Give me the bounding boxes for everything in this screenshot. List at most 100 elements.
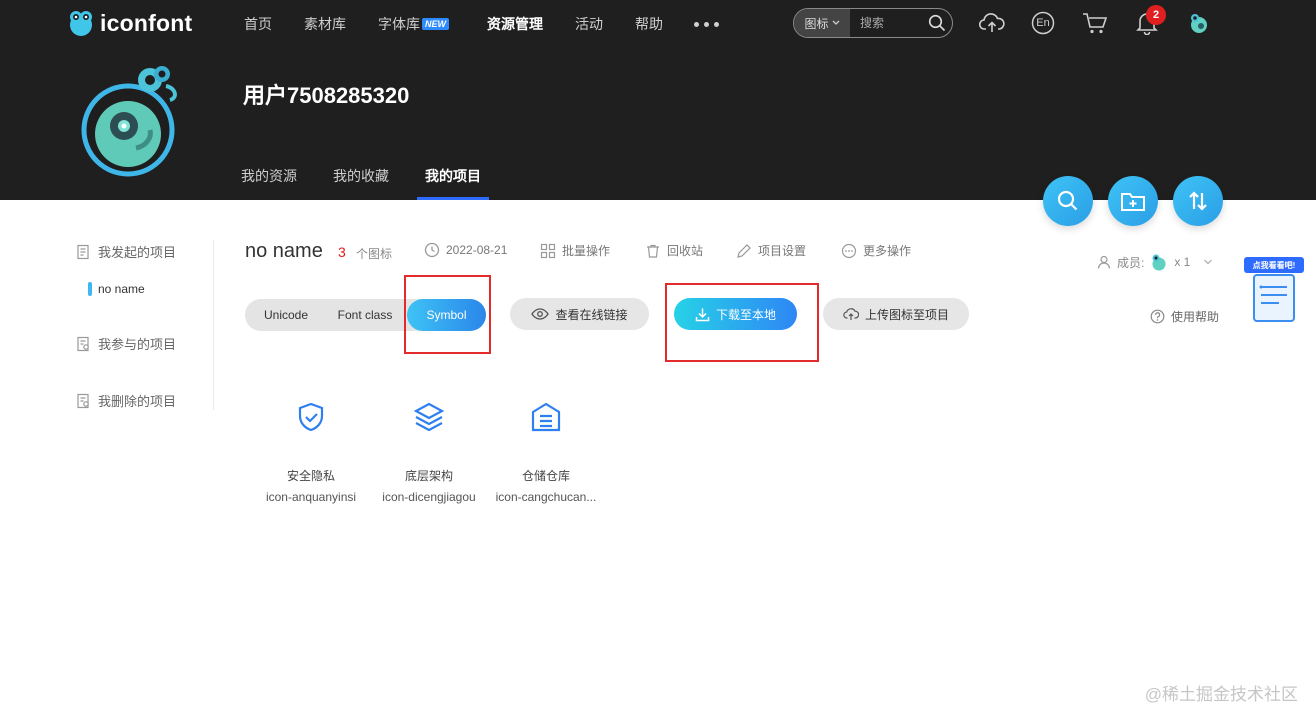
logo[interactable]: iconfont [66, 7, 192, 39]
floating-helper[interactable]: 点我看看吧! [1244, 257, 1304, 327]
tab-my-resources[interactable]: 我的资源 [241, 166, 297, 186]
icon-count: 3 [338, 244, 346, 260]
search-icon[interactable] [922, 14, 952, 32]
warehouse-icon [531, 402, 561, 432]
user-icon [1097, 255, 1111, 269]
member-avatar-icon [1152, 254, 1166, 271]
tab-my-favorites[interactable]: 我的收藏 [333, 166, 389, 186]
cart-icon[interactable] [1082, 10, 1108, 36]
sort-arrows-icon [1189, 191, 1207, 211]
icon-card[interactable]: 仓储仓库 icon-cangchucan... [488, 396, 604, 506]
format-switcher: Unicode Font class Symbol [245, 299, 486, 331]
batch-operation-label: 批量操作 [562, 244, 611, 258]
language-label: En [1036, 17, 1050, 29]
format-unicode-button[interactable]: Unicode [249, 299, 323, 331]
document-delete-icon [77, 393, 89, 408]
nav-resource-management[interactable]: 资源管理 [487, 14, 543, 34]
icon-name: 安全隐私 [286, 469, 335, 483]
nav-materials[interactable]: 素材库 [304, 14, 346, 34]
chevron-down-icon [832, 20, 839, 25]
members-info[interactable]: 成员: x 1 [1096, 252, 1213, 272]
icon-code: icon-cangchucan... [495, 490, 597, 504]
eye-icon [531, 308, 550, 320]
tab-my-projects[interactable]: 我的项目 [425, 166, 481, 186]
sidebar-group-participated[interactable]: 我参与的项目 [76, 334, 176, 353]
question-circle-icon [1150, 309, 1165, 324]
format-font-class-button[interactable]: Font class [325, 299, 405, 331]
sidebar-group-label: 我参与的项目 [98, 337, 177, 352]
nav-help[interactable]: 帮助 [635, 14, 663, 34]
download-local-label: 下载至本地 [715, 307, 776, 322]
recycle-bin-button[interactable]: 回收站 [645, 242, 703, 259]
upload-icons-label: 上传图标至项目 [864, 307, 949, 322]
watermark: @稀土掘金技术社区 [1144, 685, 1298, 704]
clipboard-icon [1253, 274, 1295, 322]
more-operations-button[interactable]: 更多操作 [841, 242, 911, 259]
brand-name: iconfont [100, 9, 193, 36]
download-icon [695, 308, 710, 321]
members-label: 成员: [1117, 255, 1145, 270]
project-title: no name [245, 240, 323, 262]
help-link[interactable]: 使用帮助 [1150, 308, 1219, 325]
search-fab[interactable] [1043, 176, 1093, 226]
chevron-down-icon [1204, 259, 1213, 265]
search-type-label: 图标 [804, 16, 829, 31]
batch-operation-button[interactable]: 批量操作 [540, 242, 610, 259]
sidebar-group-deleted[interactable]: 我删除的项目 [76, 391, 176, 410]
avatar-small-icon [1191, 14, 1207, 33]
nav-fonts-label: 字体库 [378, 16, 420, 32]
project-date-text: 2022-08-21 [446, 243, 508, 257]
new-folder-fab[interactable] [1108, 176, 1158, 226]
search-type-select[interactable]: 图标 [794, 9, 850, 37]
top-nav: iconfont 首页 素材库 字体库NEW 资源管理 活动 帮助 图标 En [0, 0, 1316, 46]
recycle-bin-label: 回收站 [667, 244, 704, 258]
nav-fonts[interactable]: 字体库 NEW [378, 14, 449, 34]
search-box: 图标 [793, 8, 953, 38]
sidebar-group-label: 我发起的项目 [98, 245, 177, 260]
project-settings-label: 项目设置 [758, 244, 807, 258]
icon-card[interactable]: 安全隐私 icon-anquanyinsi [253, 396, 369, 506]
icon-name: 仓储仓库 [521, 469, 570, 483]
clock-icon [424, 242, 440, 258]
help-label: 使用帮助 [1171, 310, 1220, 324]
cloud-upload-icon [843, 308, 859, 320]
more-operations-label: 更多操作 [863, 244, 912, 258]
view-online-link-button[interactable]: 查看在线链接 [510, 298, 649, 330]
more-dots-icon[interactable] [694, 22, 719, 27]
project-settings-button[interactable]: 项目设置 [736, 242, 806, 259]
trash-icon [647, 244, 659, 258]
upload-icons-button[interactable]: 上传图标至项目 [823, 298, 969, 330]
format-symbol-button[interactable]: Symbol [407, 299, 486, 331]
new-badge: NEW [422, 18, 449, 30]
sidebar-item-no-name[interactable]: no name [88, 282, 145, 296]
icon-code: icon-anquanyinsi [265, 490, 357, 504]
shield-check-icon [298, 402, 324, 432]
language-icon[interactable]: En [1030, 10, 1056, 36]
search-fab-icon [1057, 190, 1078, 211]
upload-cloud-icon[interactable] [979, 10, 1005, 36]
download-local-button[interactable]: 下载至本地 [674, 298, 797, 330]
nav-activity[interactable]: 活动 [575, 14, 603, 34]
chameleon-logo-icon [70, 11, 92, 36]
nav-home[interactable]: 首页 [244, 14, 272, 34]
sidebar-item-label: no name [98, 282, 145, 296]
user-avatar[interactable] [1186, 10, 1212, 36]
profile-avatar [81, 66, 177, 177]
more-circle-icon [841, 243, 857, 258]
icon-name: 底层架构 [404, 469, 453, 483]
icon-card[interactable]: 底层架构 icon-dicengjiagou [371, 396, 487, 506]
document-edit-icon [77, 244, 89, 259]
sidebar-group-initiated[interactable]: 我发起的项目 [76, 242, 176, 261]
grid-icon [540, 243, 556, 258]
members-count: x 1 [1174, 255, 1191, 269]
document-search-icon [77, 336, 89, 351]
sort-fab[interactable] [1173, 176, 1223, 226]
search-input[interactable] [850, 16, 922, 30]
notification-badge: 2 [1146, 5, 1166, 25]
view-online-link-label: 查看在线链接 [555, 307, 628, 322]
username: 用户7508285320 [243, 83, 410, 108]
layers-icon [413, 402, 445, 432]
active-tab-indicator [417, 197, 489, 200]
sidebar-group-label: 我删除的项目 [98, 394, 177, 409]
profile-header: iconfont 首页 素材库 字体库NEW 资源管理 活动 帮助 图标 En [0, 0, 1316, 200]
